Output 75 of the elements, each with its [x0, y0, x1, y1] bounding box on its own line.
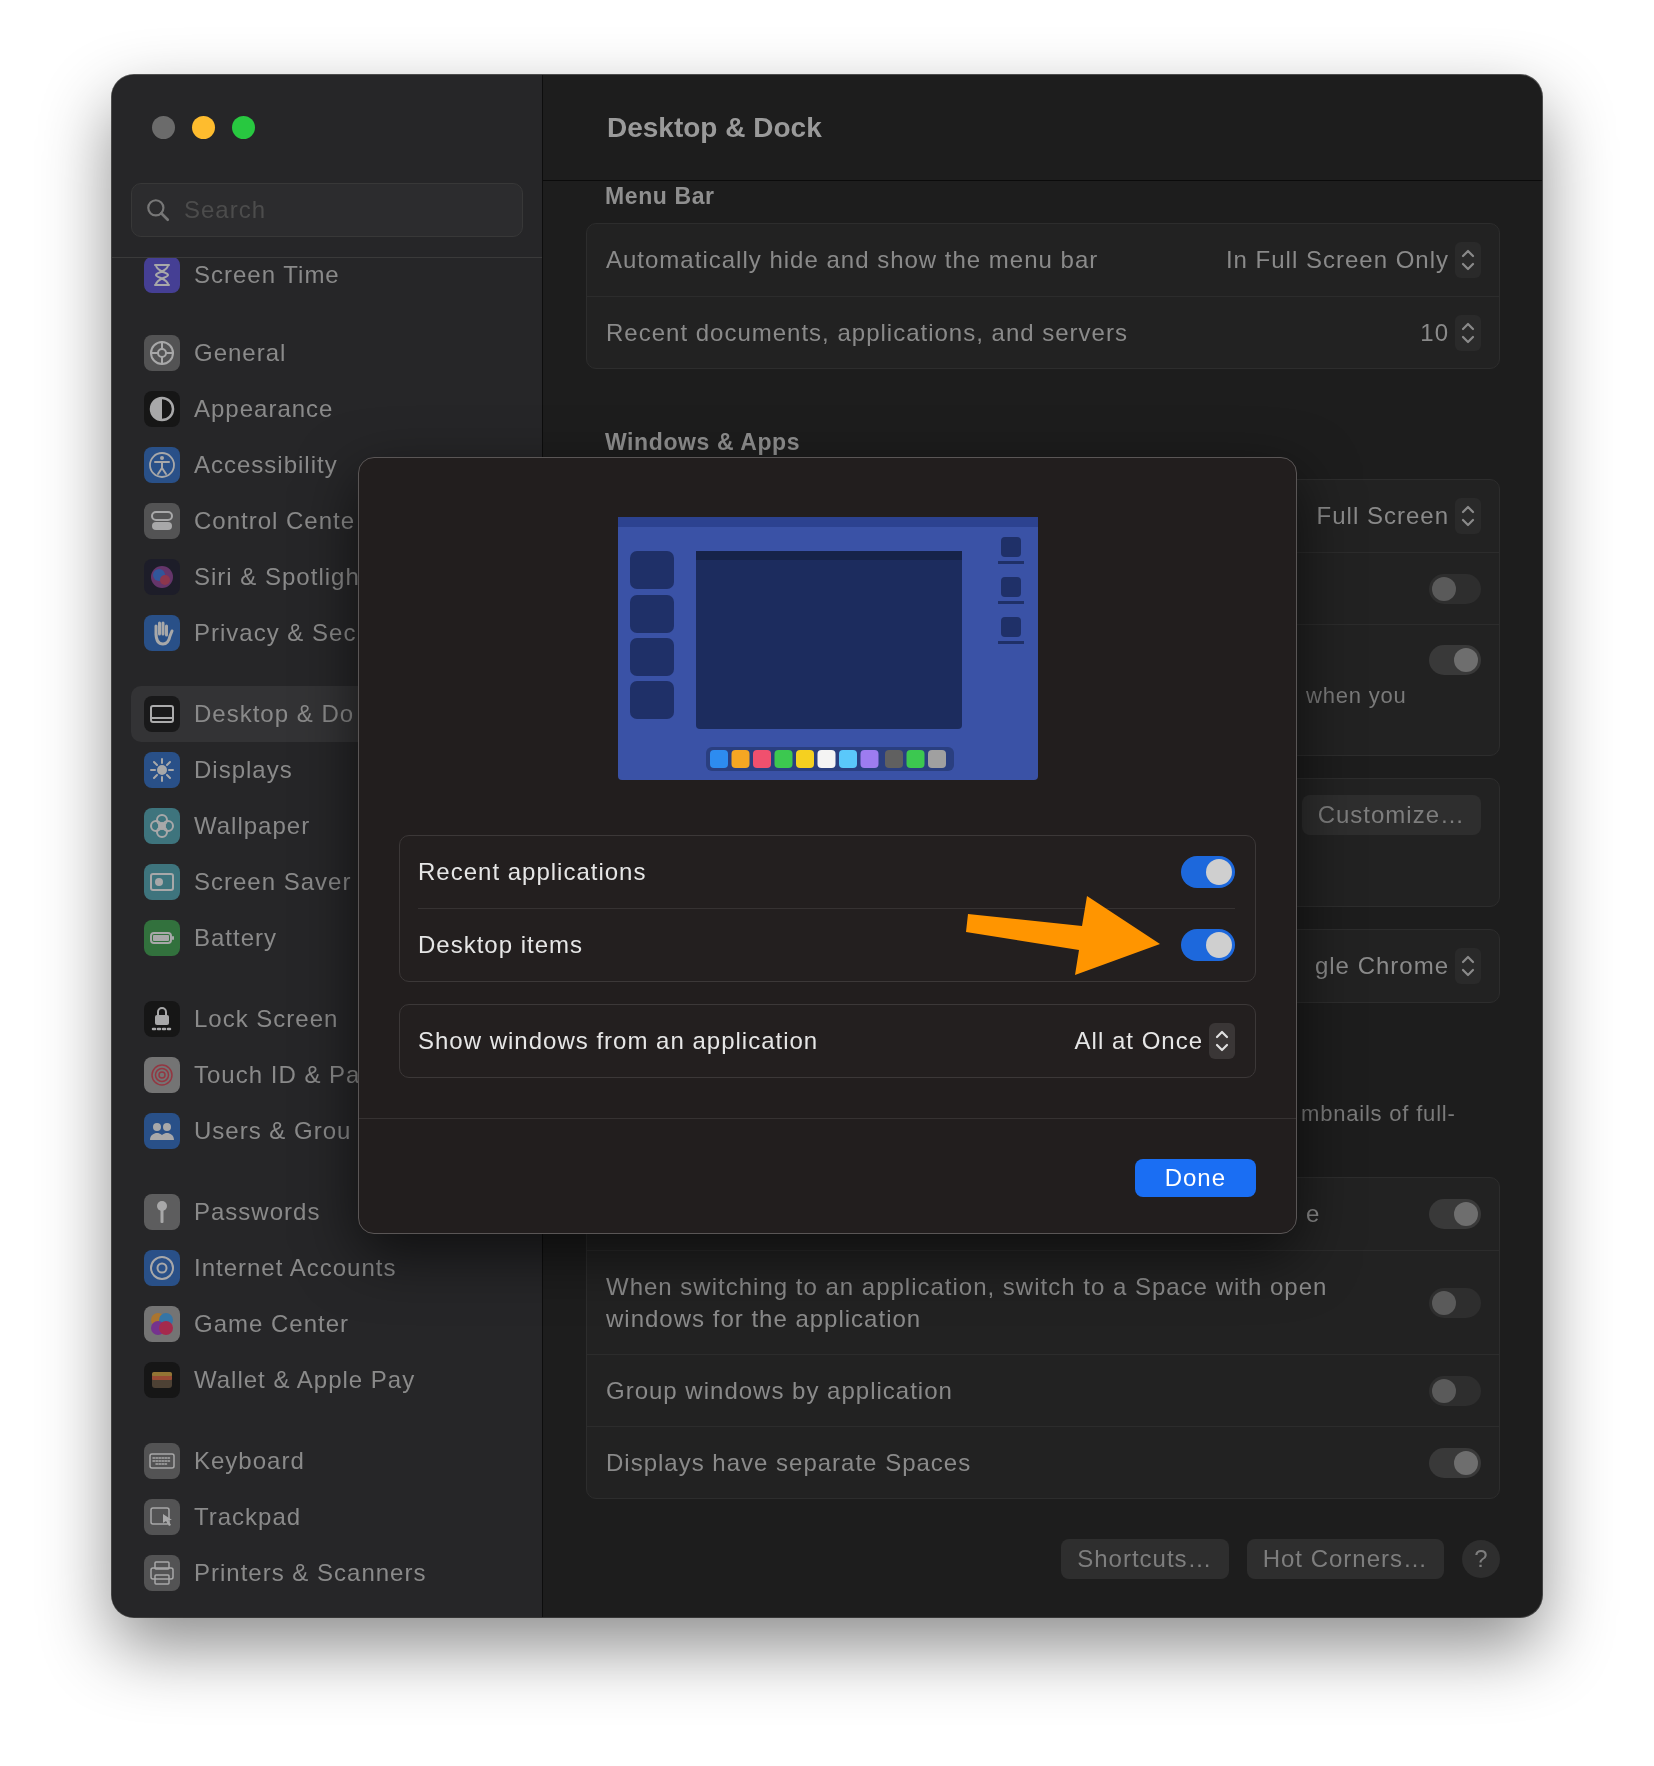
toggle-switch[interactable] — [1181, 929, 1235, 961]
toggle-switch[interactable] — [1429, 1447, 1481, 1478]
setting-label: Displays have separate Spaces — [606, 1447, 972, 1478]
sidebar-item[interactable]: Users & Grou — [131, 1103, 523, 1159]
sidebar-item[interactable]: Trackpad — [131, 1489, 523, 1545]
popup-button[interactable]: gle Chrome — [1314, 948, 1481, 984]
setting-label: When switching to an application, switch to a Space with open windows for the application — [606, 1271, 1329, 1334]
chevron-icon — [1455, 948, 1481, 984]
setting-label: Automatically hide and show the menu bar — [606, 245, 1099, 275]
appearance-icon — [144, 391, 180, 427]
popup-button[interactable]: All at Once — [1074, 1023, 1235, 1059]
sidebar-item[interactable]: Screen Time — [131, 258, 523, 300]
accessibility-icon — [144, 447, 180, 483]
sidebar-item[interactable]: Appearance — [131, 381, 523, 437]
keyboard-icon — [144, 1443, 180, 1479]
customize-button[interactable]: Customize… — [1301, 795, 1481, 835]
setting-label: Desktop items — [418, 931, 584, 959]
hourglass-icon — [144, 258, 180, 293]
sidebar-item[interactable]: Wallpaper — [131, 798, 523, 854]
popup-button[interactable]: In Full Screen Only — [1225, 242, 1481, 278]
people-icon — [144, 1113, 180, 1149]
close-button[interactable] — [152, 116, 175, 139]
dock-icon — [144, 696, 180, 732]
sidebar-item[interactable]: Accessibility — [131, 437, 523, 493]
switches-icon — [144, 503, 180, 539]
toggle-switch[interactable] — [1181, 856, 1235, 888]
bubbles-icon — [144, 1306, 180, 1342]
sidebar-item[interactable]: Internet Accounts — [131, 1240, 523, 1296]
sun-icon — [144, 752, 180, 788]
section-heading: Windows & Apps — [605, 429, 802, 455]
sidebar-item[interactable]: Passwords — [131, 1184, 523, 1240]
setting-description: when you — [1306, 683, 1408, 709]
toggle-switch[interactable] — [1429, 1375, 1481, 1406]
window-title: Desktop & Dock — [607, 111, 822, 144]
sidebar-item[interactable]: Control Cente — [131, 493, 523, 549]
popup-button[interactable]: Full Screen — [1316, 498, 1481, 534]
section-heading: Menu Bar — [605, 183, 716, 209]
minimize-button[interactable] — [192, 116, 215, 139]
chevron-icon — [1209, 1023, 1235, 1059]
help-button[interactable]: ? — [1462, 1540, 1500, 1578]
printer-icon — [144, 1555, 180, 1591]
screensaver-icon — [144, 864, 180, 900]
chevron-icon — [1455, 498, 1481, 534]
sidebar-item[interactable]: Game Center — [131, 1296, 523, 1352]
flower-icon — [144, 808, 180, 844]
sidebar-item[interactable]: Displays — [131, 742, 523, 798]
setting-label: Group windows by application — [606, 1375, 953, 1406]
sidebar-item[interactable]: Siri & Spotligh — [131, 549, 523, 605]
sidebar-item[interactable]: Wallet & Apple Pay — [131, 1352, 523, 1408]
setting-description: mbnails of full- — [1301, 1101, 1457, 1127]
chevron-icon — [1455, 314, 1481, 351]
battery-icon — [144, 920, 180, 956]
gear-icon — [144, 335, 180, 371]
setting-label: Recent applications — [418, 858, 647, 886]
hand-icon — [144, 615, 180, 651]
setting-label: e — [1306, 1199, 1321, 1229]
sidebar-item[interactable]: General — [131, 325, 523, 381]
done-button[interactable]: Done — [1134, 1159, 1256, 1197]
toggle-switch[interactable] — [1429, 1287, 1481, 1318]
lock-icon — [144, 1001, 180, 1037]
chevron-icon — [1455, 242, 1481, 278]
sidebar-item[interactable]: Privacy & Sec — [131, 605, 523, 661]
sidebar-item[interactable]: Printers & Scanners — [131, 1545, 523, 1601]
toggle-switch[interactable] — [1429, 645, 1481, 675]
setting-label: Recent documents, applications, and servers — [606, 317, 1128, 348]
sidebar-item[interactable]: Keyboard — [131, 1433, 523, 1489]
zoom-button[interactable] — [232, 116, 255, 139]
footer-button[interactable]: Hot Corners… — [1246, 1539, 1444, 1579]
trackpad-icon — [144, 1499, 180, 1535]
toggle-switch[interactable] — [1429, 573, 1481, 604]
setting-label: Show windows from an application — [418, 1027, 819, 1055]
footer-button[interactable]: Shortcuts… — [1061, 1539, 1229, 1579]
wallet-icon — [144, 1362, 180, 1398]
toggle-switch[interactable] — [1429, 1199, 1481, 1229]
popup-button[interactable]: 10 — [1420, 314, 1481, 351]
